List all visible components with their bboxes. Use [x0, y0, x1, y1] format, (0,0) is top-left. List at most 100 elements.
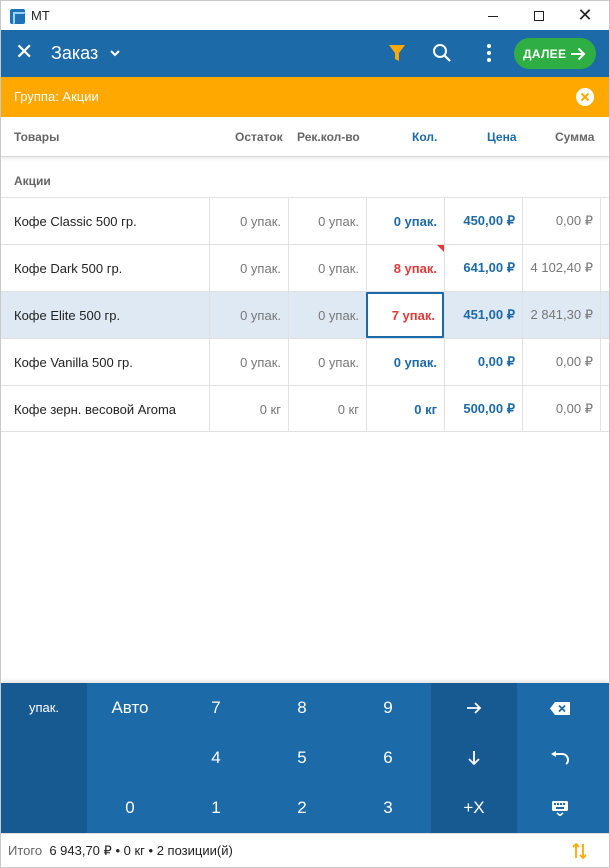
summary-total: 6 943,70 ₽: [49, 843, 112, 858]
sum-cell: 4 102,40 ₽: [522, 245, 600, 291]
column-header-price[interactable]: Цена: [487, 130, 517, 144]
summary-positions: 2 позиции(й): [156, 843, 233, 858]
warning-corner-marker: [437, 245, 444, 252]
column-header-stock[interactable]: Остаток: [235, 130, 283, 144]
summary-weight: 0 кг: [123, 843, 145, 858]
sum-cell: 2 841,30 ₽: [522, 292, 600, 338]
sum-cell: 0,00 ₽: [522, 339, 600, 385]
recommended-cell: 0 упак.: [288, 198, 366, 244]
order-summary: Итого 6 943,70 ₽ • 0 кг • 2 позиции(й): [8, 843, 233, 859]
table-row-selected[interactable]: Кофе Elite 500 гр. 0 упак. 0 упак. 7 упа…: [1, 291, 609, 338]
window-titlebar: MT ✕: [0, 0, 610, 30]
key-6[interactable]: 6: [345, 733, 431, 783]
key-2[interactable]: 2: [259, 783, 345, 833]
keyboard-icon: [552, 801, 568, 816]
price-cell[interactable]: 641,00 ₽: [444, 245, 522, 291]
backspace-key[interactable]: [517, 683, 603, 733]
table-row[interactable]: Кофе Vanilla 500 гр. 0 упак. 0 упак. 0 у…: [1, 338, 609, 385]
app-logo-icon: [10, 9, 26, 25]
auto-key[interactable]: Авто: [87, 683, 173, 733]
quantity-cell-editing[interactable]: 7 упак.: [366, 292, 444, 338]
price-cell[interactable]: 0,00 ₽: [444, 339, 522, 385]
undo-key[interactable]: [517, 733, 603, 783]
key-8[interactable]: 8: [259, 683, 345, 733]
app-bar: ✕ Заказ ДАЛЕЕ: [1, 30, 609, 77]
key-5[interactable]: 5: [259, 733, 345, 783]
product-name: Кофе зерн. весовой Aroma: [14, 401, 177, 417]
recommended-cell: 0 упак.: [288, 292, 366, 338]
column-header-quantity[interactable]: Кол.: [412, 130, 437, 144]
sort-icon[interactable]: [572, 842, 588, 860]
recommended-cell: 0 упак.: [288, 245, 366, 291]
stock-cell: 0 кг: [209, 386, 288, 432]
group-filter-label: Группа: Акции: [14, 89, 99, 104]
quantity-value: 8 упак.: [393, 260, 437, 276]
maximize-button[interactable]: [516, 1, 562, 31]
unit-selector-key[interactable]: упак.: [1, 683, 87, 833]
sum-cell: 0,00 ₽: [522, 386, 600, 432]
column-header-name[interactable]: Товары: [14, 130, 59, 144]
minimize-icon: [488, 15, 498, 17]
system-keyboard-key[interactable]: [517, 783, 603, 833]
key-7[interactable]: 7: [173, 683, 259, 733]
key-3[interactable]: 3: [345, 783, 431, 833]
minimize-button[interactable]: [470, 1, 516, 31]
row-end-cell: [600, 339, 609, 385]
table-row[interactable]: Кофе Classic 500 гр. 0 упак. 0 упак. 0 у…: [1, 197, 609, 244]
multiply-add-key[interactable]: +X: [431, 783, 517, 833]
table-header: Товары Остаток Рек.кол-во Кол. Цена Сумм…: [1, 117, 609, 157]
quantity-cell[interactable]: 8 упак.: [366, 245, 444, 291]
key-1[interactable]: 1: [173, 783, 259, 833]
order-summary-bar: Итого 6 943,70 ₽ • 0 кг • 2 позиции(й): [1, 833, 609, 867]
recommended-cell: 0 кг: [288, 386, 366, 432]
summary-separator: •: [115, 843, 120, 858]
quantity-cell[interactable]: 0 кг: [366, 386, 444, 432]
column-header-sum[interactable]: Сумма: [555, 130, 594, 144]
window-close-button[interactable]: ✕: [562, 1, 608, 31]
filter-icon[interactable]: [388, 44, 406, 63]
price-cell[interactable]: 451,00 ₽: [444, 292, 522, 338]
row-end-cell: [600, 292, 609, 338]
price-cell[interactable]: 450,00 ₽: [444, 198, 522, 244]
stock-cell: 0 упак.: [209, 245, 288, 291]
quantity-cell[interactable]: 0 упак.: [366, 339, 444, 385]
table-row[interactable]: Кофе Dark 500 гр. 0 упак. 0 упак. 8 упак…: [1, 244, 609, 291]
product-name: Кофе Classic 500 гр.: [14, 213, 137, 229]
key-4[interactable]: 4: [173, 733, 259, 783]
row-end-cell: [600, 245, 609, 291]
stock-cell: 0 упак.: [209, 198, 288, 244]
backspace-icon: [550, 701, 570, 715]
group-filter-banner: Группа: Акции: [1, 77, 609, 117]
page-title[interactable]: Заказ: [51, 43, 98, 64]
maximize-icon: [534, 11, 544, 21]
table-row[interactable]: Кофе зерн. весовой Aroma 0 кг 0 кг 0 кг …: [1, 385, 609, 432]
numeric-keypad: упак. Авто 7 8 9 4 5 6 0 1 2 3 +X: [1, 683, 609, 833]
row-end-cell: [600, 198, 609, 244]
close-order-button[interactable]: ✕: [15, 41, 33, 65]
key-0[interactable]: 0: [87, 783, 173, 833]
summary-separator: •: [148, 843, 154, 858]
close-icon: ✕: [577, 5, 593, 26]
quantity-cell[interactable]: 0 упак.: [366, 198, 444, 244]
more-vertical-icon[interactable]: [485, 43, 493, 63]
arrow-down-icon: [468, 751, 480, 766]
sum-cell: 0,00 ₽: [522, 198, 600, 244]
chevron-down-icon[interactable]: [109, 47, 121, 59]
summary-label: Итого: [8, 843, 43, 858]
stock-cell: 0 упак.: [209, 292, 288, 338]
column-header-recommended[interactable]: Рек.кол-во: [297, 130, 360, 144]
key-9[interactable]: 9: [345, 683, 431, 733]
product-table: Кофе Classic 500 гр. 0 упак. 0 упак. 0 у…: [1, 197, 609, 432]
row-end-cell: [600, 386, 609, 432]
product-name: Кофе Dark 500 гр.: [14, 260, 123, 276]
next-button[interactable]: ДАЛЕЕ: [514, 38, 596, 69]
close-icon: [580, 92, 590, 102]
arrow-right-icon: [467, 702, 482, 714]
group-heading: Акции: [14, 174, 51, 188]
next-row-key[interactable]: [431, 733, 517, 783]
clear-filter-button[interactable]: [576, 88, 594, 106]
recommended-cell: 0 упак.: [288, 339, 366, 385]
next-field-key[interactable]: [431, 683, 517, 733]
price-cell[interactable]: 500,00 ₽: [444, 386, 522, 432]
search-icon[interactable]: [432, 43, 452, 63]
